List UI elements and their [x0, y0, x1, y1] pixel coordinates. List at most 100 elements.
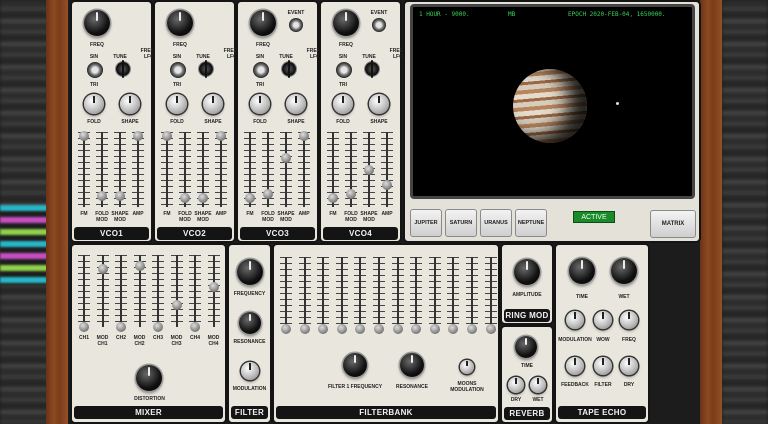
vco-freq-knob[interactable] [167, 10, 193, 36]
filterbank-resonance-knob[interactable] [400, 353, 424, 377]
filterbank-slider-handle[interactable] [392, 324, 403, 334]
filterbank-slider-handle[interactable] [281, 324, 291, 334]
planet-button-neptune[interactable]: NEPTUNE [515, 209, 547, 237]
shape-knob[interactable] [286, 94, 306, 114]
distortion-knob[interactable] [136, 365, 162, 391]
slider-handle[interactable] [162, 130, 172, 141]
vco-fold-label: FOLD [170, 119, 184, 125]
shape-knob[interactable] [369, 94, 389, 114]
mixer-slider-handle[interactable] [134, 260, 145, 271]
slider-handle[interactable] [382, 179, 392, 190]
tape-modulation-knob[interactable] [566, 311, 584, 329]
vco-free-lfo-label: FREE LFO [389, 48, 403, 60]
mixer-slider-handle[interactable] [97, 264, 108, 275]
moons-modulation-knob[interactable] [460, 360, 474, 374]
mixer-slider-handle[interactable] [153, 322, 163, 332]
filterbank-resonance-label: RESONANCE [396, 384, 428, 390]
slider-handle[interactable] [180, 193, 190, 203]
tape-echo-panel: TIME WET MODULATION WOW FREQ FEEDBACK FI… [554, 243, 650, 424]
matrix-button[interactable]: MATRIX [650, 210, 696, 238]
vco-fold-label: FOLD [336, 119, 350, 125]
slider-handle[interactable] [263, 188, 273, 199]
filterbank-slider-handle[interactable] [485, 324, 496, 334]
filterbank-slider-track [285, 257, 287, 329]
slider-handle[interactable] [364, 164, 374, 175]
filter-modulation-knob[interactable] [241, 362, 259, 380]
mixer-slider-handle[interactable] [79, 322, 89, 332]
event-button[interactable] [289, 18, 303, 32]
mixer-slider-track [157, 255, 159, 327]
filterbank-slider-handle[interactable] [318, 324, 329, 334]
mixer-slider-handle[interactable] [116, 322, 126, 332]
planet-button-jupiter[interactable]: JUPITER [410, 209, 442, 237]
filterbank-slider-handle[interactable] [429, 324, 440, 334]
mixer-slider-handle[interactable] [190, 322, 200, 332]
slider-handle[interactable] [299, 130, 309, 141]
slider-handle[interactable] [133, 130, 143, 141]
shape-knob[interactable] [120, 94, 140, 114]
tape-wet-knob[interactable] [611, 258, 637, 284]
filterbank-slider-track [340, 257, 343, 329]
filterbank-slider-handle[interactable] [355, 324, 366, 334]
slider-handle[interactable] [97, 190, 107, 201]
mixer-slider-track [83, 255, 85, 327]
active-indicator: ACTIVE [573, 211, 615, 223]
wave-toggle[interactable] [253, 62, 269, 78]
filter1-frequency-knob[interactable] [343, 353, 367, 377]
fold-knob[interactable] [84, 94, 104, 114]
planet-button-saturn[interactable]: SATURN [445, 209, 477, 237]
vco-free-lfo-label: FREE LFO [306, 48, 320, 60]
slider-track [303, 132, 305, 207]
vco-freq-label: FREQ [256, 42, 270, 48]
reverb-dry-knob[interactable] [508, 377, 524, 393]
slider-handle[interactable] [198, 193, 208, 203]
mixer-panel: CH1 MOD CH1 CH2 MOD CH2 CH3 MOD CH3 CH4 MOD CH4… [70, 243, 227, 424]
filterbank-slider-handle[interactable] [299, 324, 310, 334]
filterbank-slider-handle[interactable] [374, 324, 384, 334]
tape-filter-knob[interactable] [594, 357, 612, 375]
filterbank-slider-handle[interactable] [336, 324, 347, 334]
ringmod-amplitude-knob[interactable] [514, 259, 540, 285]
slider-handle[interactable] [245, 193, 255, 203]
tape-dry-knob[interactable] [620, 357, 638, 375]
slider-handle[interactable] [216, 130, 226, 141]
slider-label: AMP [381, 211, 393, 217]
event-label: EVENT [370, 10, 388, 16]
filter-frequency-knob[interactable] [237, 259, 263, 285]
filter-resonance-knob[interactable] [239, 312, 261, 334]
event-button[interactable] [372, 18, 386, 32]
mixer-slider-handle[interactable] [171, 300, 182, 311]
fold-knob[interactable] [250, 94, 270, 114]
tune-selector[interactable] [116, 60, 130, 78]
wave-toggle[interactable] [87, 62, 103, 78]
slider-handle[interactable] [115, 190, 125, 201]
reverb-time-knob[interactable] [515, 336, 537, 358]
tape-feedback-knob[interactable] [566, 357, 584, 375]
vco-freq-knob[interactable] [250, 10, 276, 36]
tune-selector[interactable] [365, 60, 379, 78]
slider-handle[interactable] [346, 188, 356, 199]
tape-wow-knob[interactable] [594, 311, 612, 329]
vco-shape-label: SHAPE [287, 119, 305, 125]
filterbank-slider-handle[interactable] [467, 324, 477, 334]
mixer-slider-handle[interactable] [208, 282, 219, 293]
shape-knob[interactable] [203, 94, 223, 114]
tape-time-knob[interactable] [569, 258, 595, 284]
planet-button-uranus[interactable]: URANUS [480, 209, 512, 237]
filterbank-slider-handle[interactable] [448, 324, 459, 334]
tune-selector[interactable] [282, 60, 296, 78]
tune-selector[interactable] [199, 60, 213, 78]
vco-freq-knob[interactable] [333, 10, 359, 36]
filterbank-slider-handle[interactable] [411, 324, 422, 334]
vco-freq-knob[interactable] [84, 10, 110, 36]
fold-knob[interactable] [333, 94, 353, 114]
moon-dot [616, 102, 619, 105]
reverb-wet-knob[interactable] [530, 377, 546, 393]
slider-handle[interactable] [328, 193, 338, 203]
fold-knob[interactable] [167, 94, 187, 114]
slider-handle[interactable] [79, 130, 89, 141]
hour-readout: 1 HOUR - 9000. [419, 11, 470, 18]
wave-toggle[interactable] [336, 62, 352, 78]
wave-toggle[interactable] [170, 62, 186, 78]
tape-freq-knob[interactable] [620, 311, 638, 329]
